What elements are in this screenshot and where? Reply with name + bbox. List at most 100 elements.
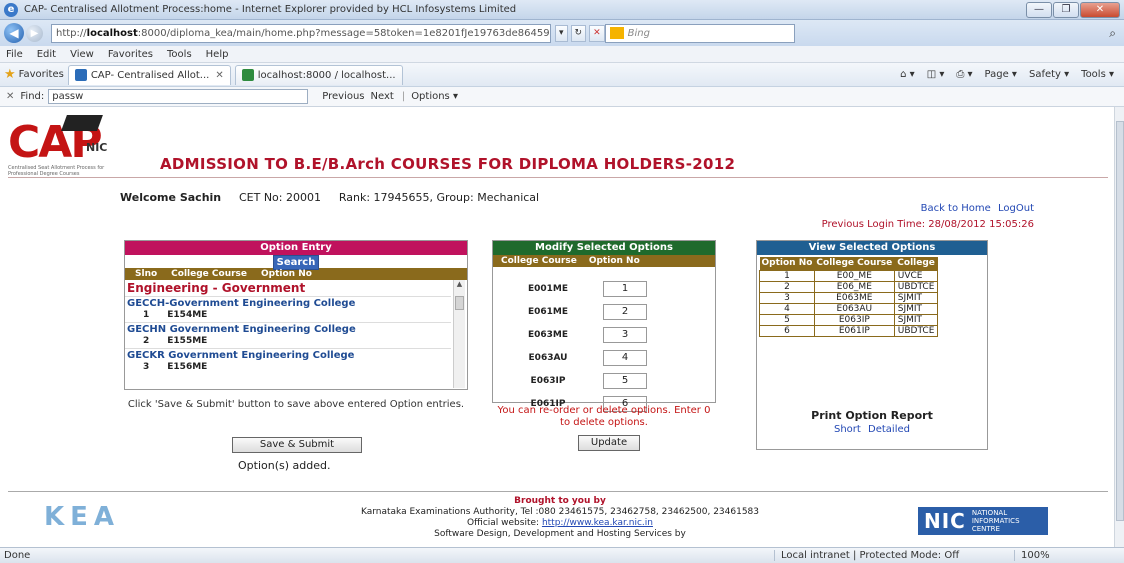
- status-bar: Done Local intranet | Protected Mode: Of…: [0, 547, 1124, 563]
- scroll-thumb[interactable]: [455, 296, 464, 310]
- report-links: Short Detailed: [756, 424, 988, 435]
- item-slno: 3: [143, 362, 150, 372]
- favorites-star-icon: ★: [4, 67, 16, 82]
- url-prefix: http://: [56, 27, 87, 39]
- kea-logo: KEA: [44, 502, 121, 532]
- find-close-icon[interactable]: ✕: [6, 91, 14, 102]
- page-menu[interactable]: Page ▾: [985, 69, 1017, 80]
- logo-tagline: Centralised Seat Allotment Process for P…: [8, 165, 105, 177]
- menu-edit[interactable]: Edit: [37, 49, 56, 60]
- address-dropdown-button[interactable]: ▾: [555, 24, 568, 42]
- menu-favorites[interactable]: Favorites: [108, 49, 153, 60]
- item-course: E154ME: [167, 310, 208, 320]
- option-number-input[interactable]: 1: [603, 280, 647, 297]
- table-row: 2 E06_ME UBDTCE: [759, 281, 939, 293]
- find-bar: ✕ Find: passw Previous Next | Options ▾: [0, 87, 1124, 107]
- option-entry-list[interactable]: Engineering - Government GECCH-Governmen…: [125, 280, 467, 388]
- cell-college: SJMIT: [893, 303, 939, 315]
- find-separator: |: [401, 91, 406, 102]
- footer-divider: [8, 491, 1108, 492]
- cell-no: 1: [759, 270, 815, 282]
- save-submit-button[interactable]: Save & Submit: [232, 437, 362, 453]
- item-course: E156ME: [167, 362, 208, 372]
- list-item[interactable]: 3 E156ME: [125, 361, 451, 374]
- cell-college: SJMIT: [893, 314, 939, 326]
- menu-help[interactable]: Help: [206, 49, 229, 60]
- tools-menu[interactable]: Tools ▾: [1081, 69, 1114, 80]
- logout-link[interactable]: LogOut: [998, 203, 1034, 214]
- logo-sub: NIC: [86, 141, 108, 154]
- menu-tools[interactable]: Tools: [167, 49, 192, 60]
- back-button[interactable]: ◀: [4, 23, 24, 43]
- account-links: Back to Home LogOut: [917, 203, 1034, 214]
- find-previous-button[interactable]: Previous: [322, 91, 364, 102]
- college-name: GECKR Government Engineering College: [125, 348, 451, 361]
- search-input[interactable]: Bing: [604, 23, 795, 43]
- option-number-input[interactable]: 3: [603, 326, 647, 343]
- tab-cap[interactable]: CAP- Centralised Allot... ✕: [67, 64, 231, 85]
- option-number-input[interactable]: 5: [603, 372, 647, 389]
- brought-by: Brought to you by: [514, 496, 606, 506]
- restore-button[interactable]: ❐: [1053, 2, 1079, 18]
- view-heading: View Selected Options: [757, 241, 987, 255]
- home-icon[interactable]: ⌂ ▾: [900, 69, 915, 80]
- minimize-button[interactable]: —: [1026, 2, 1052, 18]
- option-entry-columns: Slno College Course Option No: [125, 268, 467, 280]
- menu-file[interactable]: File: [6, 49, 23, 60]
- col-option-no: Option No: [261, 269, 312, 279]
- zoom-level[interactable]: 100%: [1014, 550, 1124, 561]
- search-icon[interactable]: ⌕: [1109, 26, 1116, 41]
- url-input[interactable]: http://localhost:8000/diploma_kea/main/h…: [51, 23, 551, 43]
- menu-view[interactable]: View: [70, 49, 94, 60]
- cet-number: CET No: 20001: [238, 191, 321, 204]
- course-code: E063IP: [530, 375, 566, 386]
- list-item[interactable]: 1 E154ME: [125, 309, 451, 322]
- refresh-button[interactable]: ↻: [570, 24, 587, 42]
- close-button[interactable]: ✕: [1080, 2, 1120, 18]
- back-to-home-link[interactable]: Back to Home: [921, 203, 991, 214]
- page-scrollbar[interactable]: [1114, 107, 1124, 547]
- address-bar: ◀ ▶ http://localhost:8000/diploma_kea/ma…: [0, 20, 1124, 46]
- find-input[interactable]: passw: [48, 89, 309, 104]
- tab-close-icon[interactable]: ✕: [215, 70, 223, 81]
- forward-button[interactable]: ▶: [26, 24, 43, 42]
- search-row: Search: [125, 255, 467, 270]
- cap-logo: CAP NIC Centralised Seat Allotment Proce…: [8, 115, 118, 181]
- find-next-button[interactable]: Next: [371, 91, 394, 102]
- page-scroll-thumb[interactable]: [1116, 121, 1124, 521]
- course-code: E063ME: [527, 329, 569, 340]
- update-button[interactable]: Update: [578, 435, 640, 451]
- short-report-link[interactable]: Short: [834, 424, 861, 435]
- official-site-line: Official website: http://www.kea.kar.nic…: [260, 518, 860, 529]
- scroll-up-icon[interactable]: ▲: [454, 280, 465, 288]
- option-number-input[interactable]: 2: [603, 303, 647, 320]
- table-row: 5 E063IP SJMIT: [759, 314, 939, 326]
- find-options-button[interactable]: Options ▾: [411, 91, 458, 102]
- tab-localhost[interactable]: localhost:8000 / localhost...: [234, 64, 403, 85]
- list-scrollbar[interactable]: ▲: [453, 280, 465, 388]
- safety-menu[interactable]: Safety ▾: [1029, 69, 1069, 80]
- table-row: E061ME 2: [493, 300, 715, 323]
- official-label: Official website:: [467, 518, 540, 528]
- col-option-no: Option No: [588, 256, 640, 266]
- security-zone[interactable]: Local intranet | Protected Mode: Off: [774, 550, 1014, 561]
- favorites-bar: ★ Favorites CAP- Centralised Allot... ✕ …: [0, 63, 1124, 87]
- authority-line: Karnataka Examinations Authority, Tel :0…: [360, 507, 759, 517]
- option-number-input[interactable]: 4: [603, 349, 647, 366]
- official-site-link[interactable]: http://www.kea.kar.nic.in: [542, 518, 653, 528]
- favorites-button[interactable]: Favorites: [19, 69, 64, 80]
- cap-tab-icon: [74, 69, 87, 81]
- window-titlebar: e CAP- Centralised Allotment Process:hom…: [0, 0, 1124, 20]
- feeds-icon[interactable]: ◫ ▾: [927, 69, 945, 80]
- table-row: E063AU 4: [493, 346, 715, 369]
- print-icon[interactable]: ⎙ ▾: [956, 69, 972, 80]
- list-item[interactable]: 2 E155ME: [125, 335, 451, 348]
- previous-login: Previous Login Time: 28/08/2012 15:05:26: [821, 219, 1034, 230]
- stop-button[interactable]: ✕: [589, 24, 605, 42]
- url-host: localhost: [86, 27, 138, 39]
- credits-line: Software Design, Development and Hosting…: [434, 529, 686, 539]
- modify-options-panel: Modify Selected Options College Course O…: [492, 240, 716, 412]
- detailed-report-link[interactable]: Detailed: [868, 424, 910, 435]
- user-name: Sachin: [179, 191, 222, 204]
- save-instructions: Click 'Save & Submit' button to save abo…: [127, 399, 465, 410]
